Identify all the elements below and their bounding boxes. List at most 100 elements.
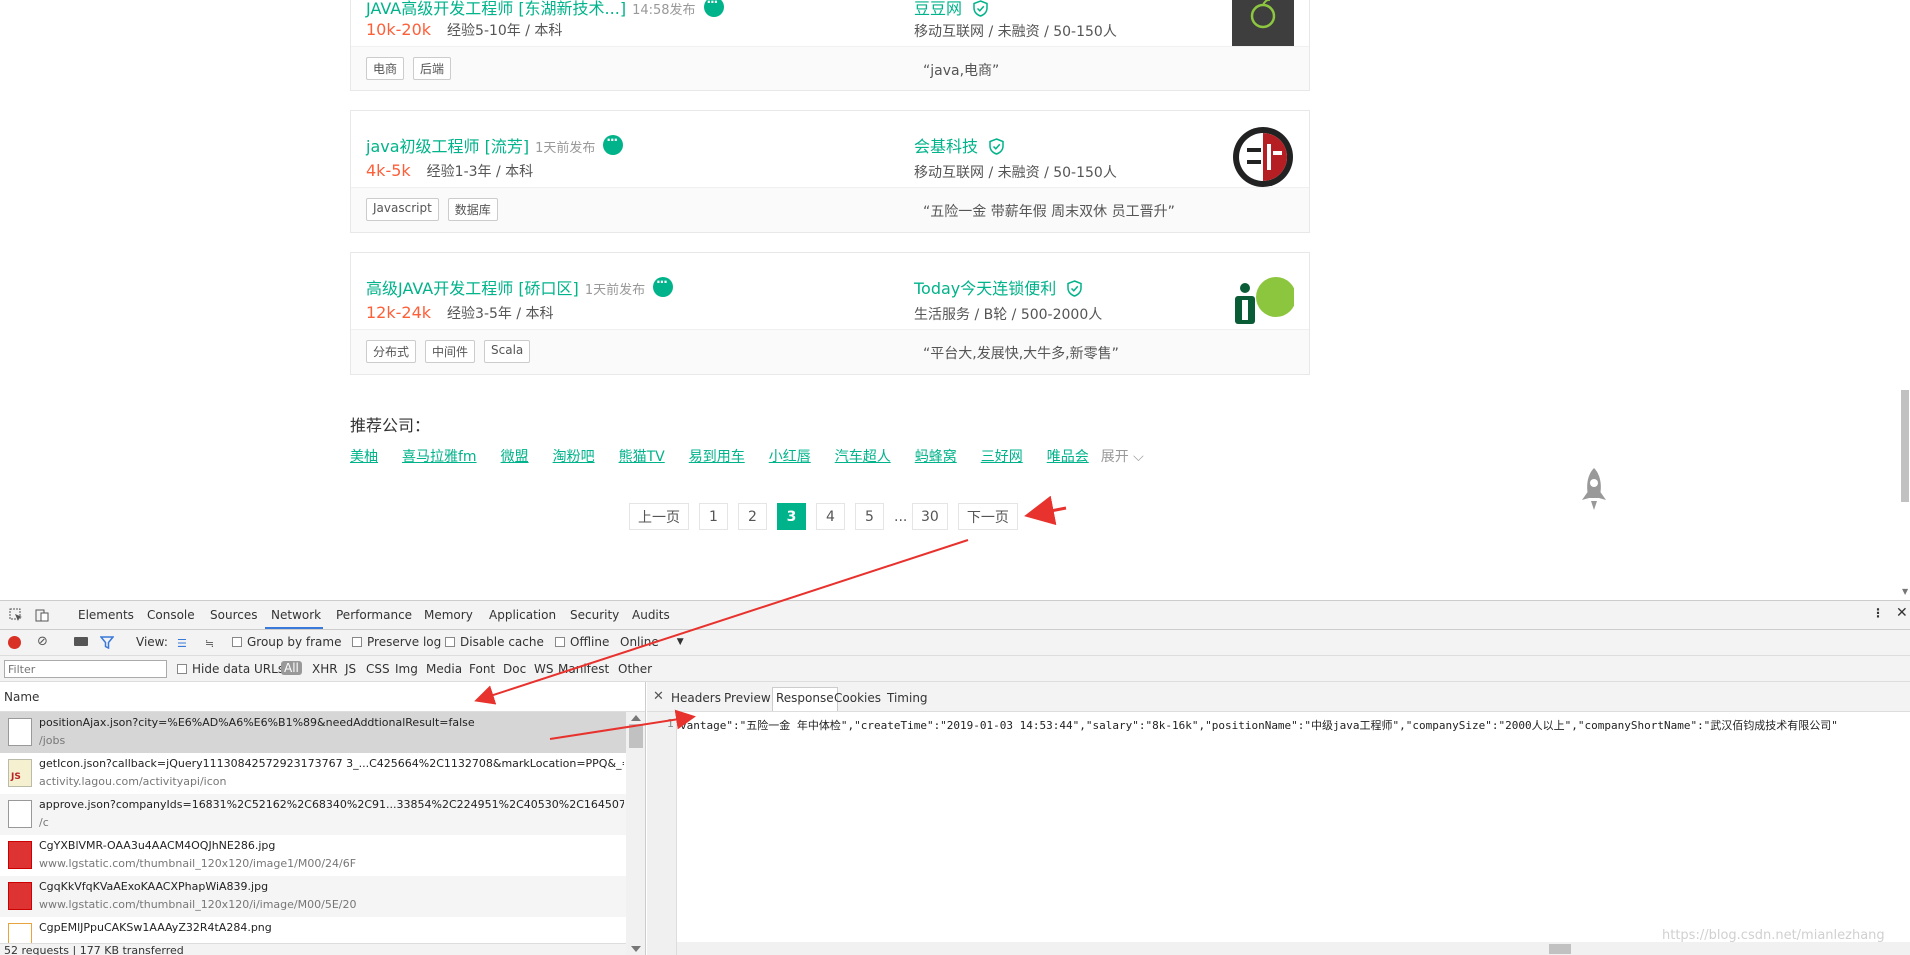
request-name[interactable]: CgYXBlVMR-OAA3u4AACM4OQJhNE286.jpg (39, 839, 624, 852)
recommend-company-link[interactable]: 唯品会 (1047, 446, 1089, 466)
tag[interactable]: 中间件 (425, 340, 476, 363)
tab-memory[interactable]: Memory (424, 608, 473, 622)
page-scrollbar[interactable] (1900, 0, 1910, 600)
tab-headers[interactable]: Headers (671, 691, 721, 705)
throttling-select[interactable]: Online ▼ (620, 635, 684, 649)
request-row[interactable]: CgqKkVfqKVaAExoKAACXPhapWiA839.jpg www.l… (0, 876, 626, 917)
scroll-down-arrow-icon[interactable] (631, 946, 641, 952)
company-name-text[interactable]: Today今天连锁便利 (914, 279, 1056, 298)
request-list-scrollbar[interactable] (626, 712, 645, 955)
preserve-log-checkbox[interactable]: Preserve log (352, 635, 441, 649)
request-name[interactable]: CgqKkVfqKVaAExoKAACXPhapWiA839.jpg (39, 880, 624, 893)
tab-sources[interactable]: Sources (210, 608, 257, 622)
type-filter-all[interactable]: All (281, 661, 302, 675)
request-name[interactable]: positionAjax.json?city=%E6%AD%A6%E6%B1%8… (39, 716, 624, 729)
group-by-frame-checkbox[interactable]: Group by frame (232, 635, 341, 649)
chat-icon[interactable] (603, 133, 624, 155)
recommend-company-link[interactable]: 汽车超人 (835, 446, 891, 466)
next-page-button[interactable]: 下一页 (957, 503, 1018, 530)
recommend-company-link[interactable]: 蚂蜂窝 (915, 446, 957, 466)
request-name[interactable]: CgpEMlJPpuCAKSw1AAAyZ32R4tA284.png (39, 921, 624, 934)
scroll-up-arrow-icon[interactable] (631, 715, 641, 721)
position-name[interactable]: JAVA高级开发工程师 [东湖新技术...] (366, 0, 626, 18)
hide-data-urls-checkbox[interactable]: Hide data URLs (177, 662, 284, 676)
device-toolbar-icon[interactable] (35, 608, 49, 622)
page-button[interactable]: 2 (738, 503, 767, 530)
filter-input[interactable] (4, 660, 167, 678)
position-title[interactable]: 高级JAVA开发工程师 [硚口区] 1天前发布 (366, 275, 674, 299)
inspect-element-icon[interactable] (9, 608, 23, 622)
screenshot-capture-icon[interactable] (74, 637, 88, 646)
page-button[interactable]: 5 (855, 503, 884, 530)
horizontal-scrollbar-thumb[interactable] (1549, 944, 1571, 954)
name-column-header[interactable]: Name (4, 690, 39, 704)
company-logo[interactable] (1232, 0, 1294, 52)
page-button[interactable]: 4 (816, 503, 845, 530)
recommend-company-link[interactable]: 喜马拉雅fm (402, 446, 477, 466)
page-scrollbar-thumb[interactable] (1901, 390, 1909, 502)
tab-timing[interactable]: Timing (887, 691, 928, 705)
scroll-down-arrow-icon[interactable]: ▼ (1902, 587, 1908, 596)
company-name[interactable]: 会基科技 (914, 133, 1004, 157)
checkbox-icon[interactable] (352, 637, 362, 647)
request-list-scrollbar-thumb[interactable] (629, 724, 643, 748)
tab-elements[interactable]: Elements (78, 608, 134, 622)
tab-security[interactable]: Security (570, 608, 619, 622)
job-card[interactable]: 高级JAVA开发工程师 [硚口区] 1天前发布 12k-24k 经验3-5年 / 本… (350, 252, 1310, 375)
position-name[interactable]: java初级工程师 [流芳] (366, 137, 529, 156)
position-name[interactable]: 高级JAVA开发工程师 [硚口区] (366, 279, 579, 298)
page-button[interactable]: 1 (699, 503, 728, 530)
type-filter-font[interactable]: Font (469, 662, 495, 676)
company-logo[interactable] (1232, 268, 1296, 330)
type-filter-other[interactable]: Other (618, 662, 652, 676)
tab-audits[interactable]: Audits (632, 608, 670, 622)
job-card[interactable]: JAVA高级开发工程师 [东湖新技术...] 14:58发布 10k-20k 经验5… (350, 0, 1310, 91)
tab-cookies[interactable]: Cookies (834, 691, 881, 705)
recommend-company-link[interactable]: 三好网 (981, 446, 1023, 466)
type-filter-css[interactable]: CSS (366, 662, 390, 676)
recommend-company-link[interactable]: 易到用车 (689, 446, 745, 466)
type-filter-media[interactable]: Media (426, 662, 462, 676)
offline-checkbox[interactable]: Offline (555, 635, 609, 649)
request-row[interactable]: getIcon.json?callback=jQuery111308425729… (0, 753, 626, 794)
tag[interactable]: 数据库 (447, 198, 498, 221)
checkbox-icon[interactable] (445, 637, 455, 647)
tab-preview[interactable]: Preview (724, 691, 771, 705)
throttling-value[interactable]: Online (620, 635, 659, 649)
type-filter-manifest[interactable]: Manifest (558, 662, 609, 676)
response-body[interactable]: vantage":"五险一金 年中体检","createTime":"2019-… (680, 717, 1838, 733)
request-row[interactable]: positionAjax.json?city=%E6%AD%A6%E6%B1%8… (0, 712, 626, 753)
request-row[interactable]: approve.json?companyIds=16831%2C52162%2C… (0, 794, 626, 835)
company-name[interactable]: 豆豆网 (914, 0, 988, 19)
tag[interactable]: 后端 (413, 57, 452, 80)
type-filter-img[interactable]: Img (395, 662, 418, 676)
type-filter-js[interactable]: JS (345, 662, 356, 676)
tab-console[interactable]: Console (147, 608, 195, 622)
close-detail-icon[interactable]: ✕ (653, 689, 664, 704)
recommend-company-link[interactable]: 小红唇 (769, 446, 811, 466)
record-icon[interactable] (8, 636, 21, 649)
expand-label[interactable]: 展开 (1101, 449, 1129, 465)
tab-performance[interactable]: Performance (336, 608, 412, 622)
recommend-company-link[interactable]: 美柚 (350, 446, 378, 466)
request-row[interactable]: CgYXBlVMR-OAA3u4AACM4OQJhNE286.jpg www.l… (0, 835, 626, 876)
position-title[interactable]: JAVA高级开发工程师 [东湖新技术...] 14:58发布 (366, 0, 724, 19)
company-name-text[interactable]: 豆豆网 (914, 0, 962, 18)
chat-icon[interactable] (703, 0, 724, 17)
tab-response[interactable]: Response (772, 687, 838, 711)
type-filter-doc[interactable]: Doc (503, 662, 526, 676)
expand-button[interactable]: 展开 ⌵ (1101, 446, 1144, 466)
disable-cache-checkbox[interactable]: Disable cache (445, 635, 544, 649)
tag[interactable]: Scala (484, 340, 531, 363)
tag[interactable]: 电商 (366, 57, 405, 80)
clear-icon[interactable]: ⊘ (37, 634, 48, 649)
filter-icon[interactable] (100, 636, 114, 649)
recommend-company-link[interactable]: 熊猫TV (619, 446, 665, 466)
type-filter-xhr[interactable]: XHR (312, 662, 338, 676)
company-logo[interactable] (1232, 126, 1294, 188)
checkbox-icon[interactable] (232, 637, 242, 647)
tag[interactable]: 分布式 (366, 340, 417, 363)
tab-network[interactable]: Network (271, 608, 321, 622)
position-title[interactable]: java初级工程师 [流芳] 1天前发布 (366, 133, 624, 157)
job-card[interactable]: java初级工程师 [流芳] 1天前发布 4k-5k 经验1-3年 / 本科 会基科… (350, 110, 1310, 233)
